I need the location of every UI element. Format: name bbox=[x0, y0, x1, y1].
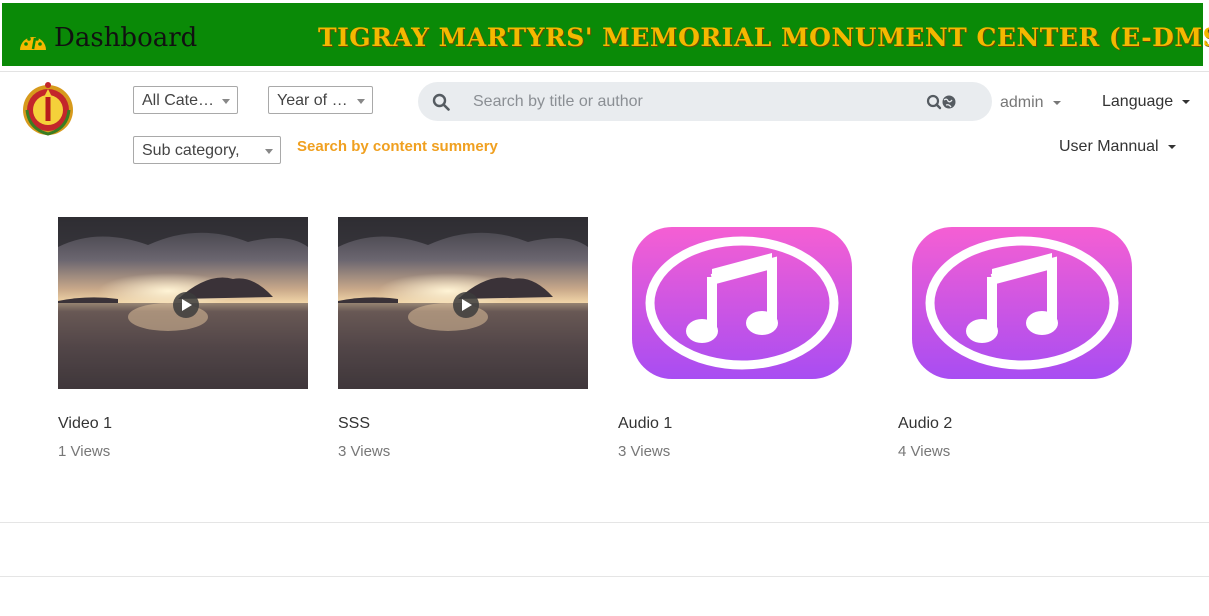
search-input[interactable] bbox=[473, 91, 903, 113]
search-bar bbox=[418, 82, 992, 121]
media-title[interactable]: SSS bbox=[338, 415, 370, 433]
subcategory-select[interactable]: Sub category, bbox=[133, 136, 281, 164]
search-icon[interactable] bbox=[432, 93, 450, 111]
video-thumbnail[interactable] bbox=[338, 217, 588, 389]
chevron-down-icon bbox=[265, 149, 273, 154]
media-card[interactable]: Audio 2 4 Views bbox=[898, 217, 1148, 460]
media-card[interactable]: SSS 3 Views bbox=[338, 217, 588, 460]
footer-divider bbox=[0, 576, 1209, 577]
media-views: 3 Views bbox=[338, 443, 391, 460]
admin-menu-label: admin bbox=[1000, 94, 1044, 111]
chevron-down-icon bbox=[357, 99, 365, 104]
language-menu-label: Language bbox=[1102, 93, 1174, 110]
category-select[interactable]: All Cate… bbox=[133, 86, 238, 114]
video-thumbnail[interactable] bbox=[58, 217, 308, 389]
media-title[interactable]: Video 1 bbox=[58, 415, 112, 433]
user-manual-menu-label: User Mannual bbox=[1059, 138, 1159, 155]
dashboard-link[interactable]: Dashboard bbox=[54, 23, 197, 53]
site-title: TIGRAY MARTYRS' MEMORIAL MONUMENT CENTER… bbox=[318, 23, 1209, 52]
media-title[interactable]: Audio 2 bbox=[898, 415, 952, 433]
year-select[interactable]: Year of … bbox=[268, 86, 373, 114]
media-views: 4 Views bbox=[898, 443, 951, 460]
chevron-down-icon bbox=[222, 99, 230, 104]
media-views: 1 Views bbox=[58, 443, 111, 460]
media-card[interactable]: Audio 1 3 Views bbox=[618, 217, 868, 460]
media-title[interactable]: Audio 1 bbox=[618, 415, 672, 433]
content-divider bbox=[0, 522, 1209, 523]
content-summary-search-link[interactable]: Search by content summery bbox=[297, 138, 498, 155]
admin-menu[interactable]: admin bbox=[1000, 94, 1061, 112]
advanced-search-icon[interactable] bbox=[926, 94, 958, 110]
subcategory-select-value: Sub category, bbox=[142, 142, 240, 159]
user-manual-menu[interactable]: User Mannual bbox=[1059, 138, 1176, 156]
top-banner: Dashboard TIGRAY MARTYRS' MEMORIAL MONUM… bbox=[2, 3, 1209, 66]
chevron-down-icon bbox=[1182, 99, 1191, 104]
media-views: 3 Views bbox=[618, 443, 671, 460]
dashboard-gauge-icon[interactable] bbox=[18, 30, 48, 52]
media-card[interactable]: Video 1 1 Views bbox=[58, 217, 308, 460]
language-menu[interactable]: Language bbox=[1102, 93, 1191, 111]
header-divider bbox=[0, 71, 1209, 72]
chevron-down-icon bbox=[1167, 144, 1176, 149]
category-select-value: All Cate… bbox=[142, 92, 215, 109]
music-note-icon[interactable] bbox=[618, 217, 868, 389]
chevron-down-icon bbox=[1052, 100, 1061, 105]
music-note-icon[interactable] bbox=[898, 217, 1148, 389]
center-logo[interactable] bbox=[21, 79, 75, 137]
year-select-value: Year of … bbox=[277, 92, 348, 109]
